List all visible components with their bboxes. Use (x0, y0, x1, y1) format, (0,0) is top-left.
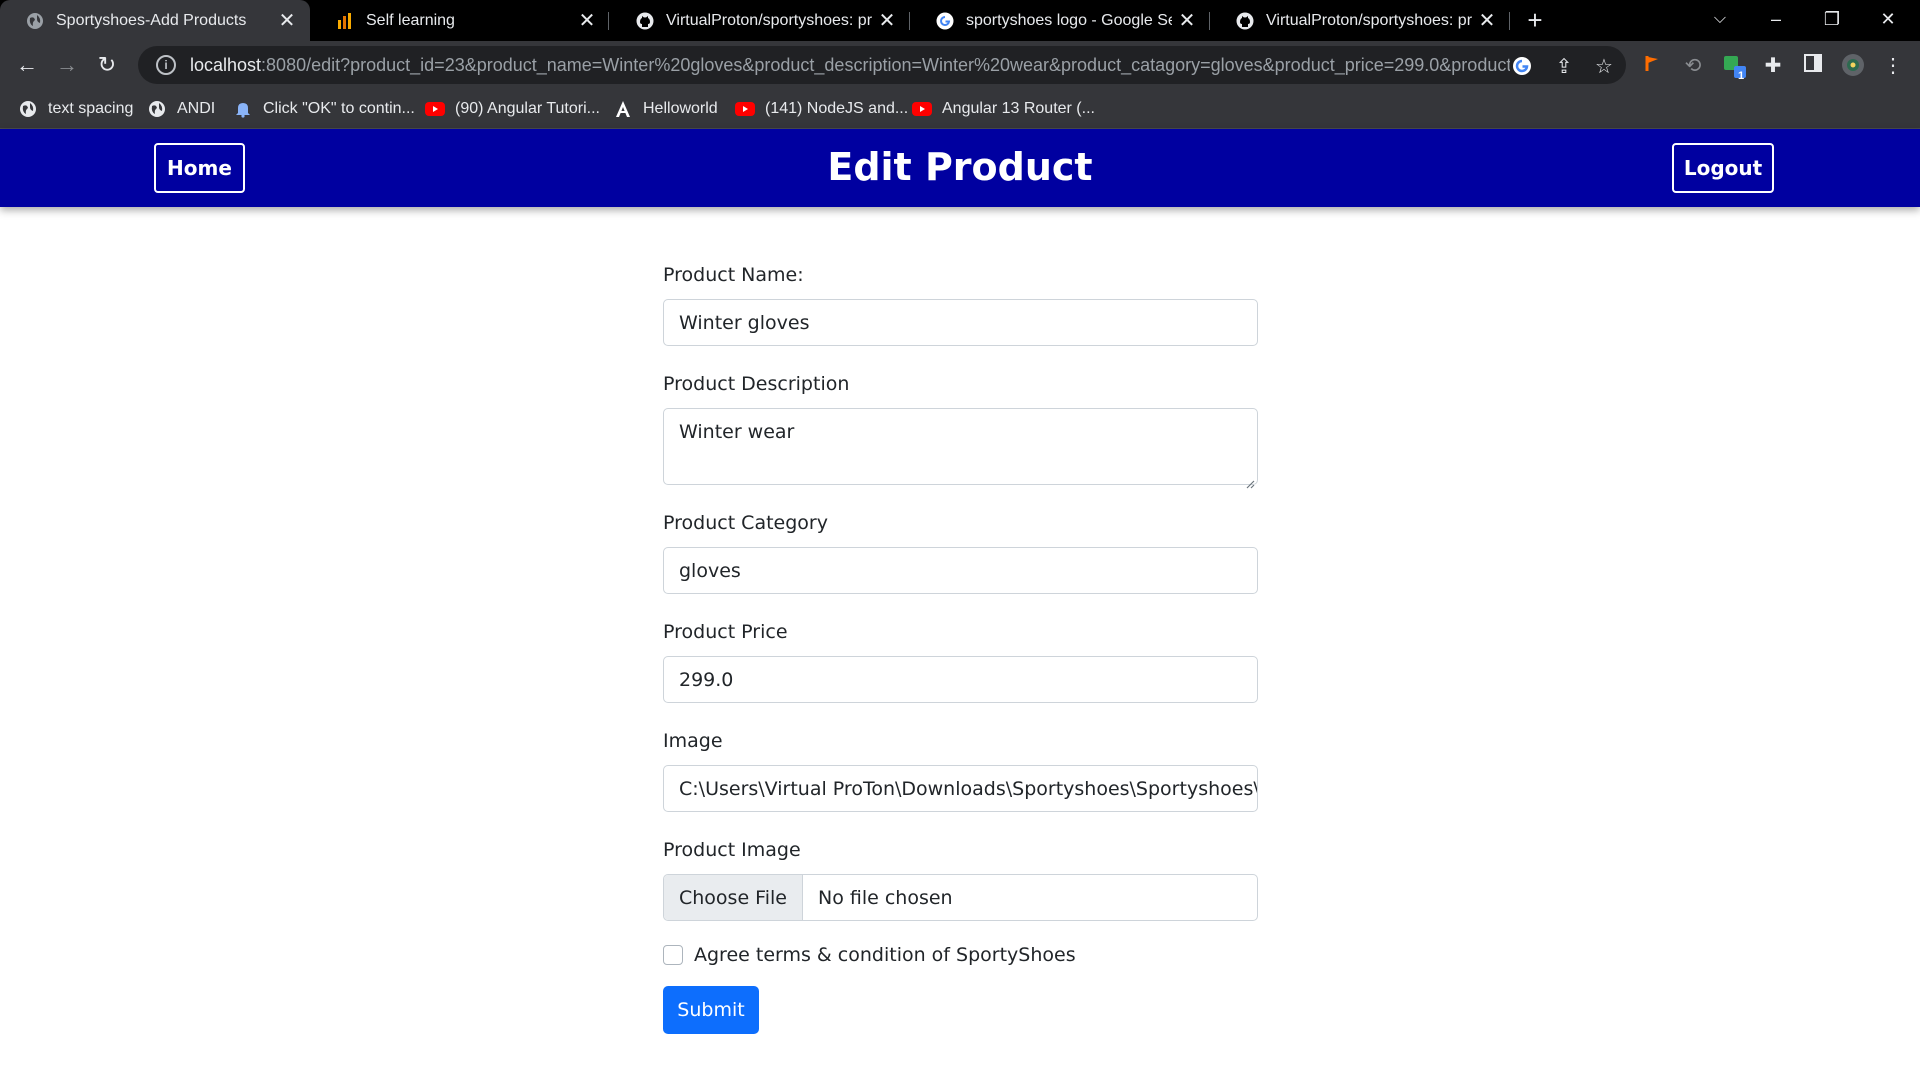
edit-product-form: Product Name: Winter gloves Product Desc… (663, 249, 1258, 1034)
bell-icon (233, 99, 253, 119)
extension-sync-icon[interactable]: ⟲ (1680, 53, 1706, 79)
product-name-input[interactable]: Winter gloves (663, 299, 1258, 346)
browser-menu-icon[interactable]: ⋮ (1880, 53, 1906, 79)
image-path-input[interactable]: C:\Users\Virtual ProTon\Downloads\Sporty… (663, 765, 1258, 812)
tab-github-sportyshoes-2[interactable]: VirtualProton/sportyshoes: proto ✕ (1210, 0, 1510, 41)
tab-separator (608, 12, 609, 30)
github-icon (636, 12, 654, 30)
product-description-textarea[interactable]: Winter wear (663, 408, 1258, 489)
tab-title: VirtualProton/sportyshoes: proto (666, 11, 872, 29)
side-panel-icon[interactable] (1800, 53, 1826, 79)
globe-icon (26, 12, 44, 30)
tab-title: Sportyshoes-Add Products (56, 11, 247, 29)
url-text: localhost:8080/edit?product_id=23&produc… (190, 54, 1510, 75)
product-description-text: Winter wear (679, 421, 795, 443)
close-tab-icon[interactable]: ✕ (1178, 8, 1196, 33)
site-info-icon[interactable]: i (156, 55, 176, 75)
reload-icon[interactable]: ↻ (92, 50, 122, 80)
browser-toolbar: ← → ↻ i localhost:8080/edit?product_id=2… (0, 41, 1920, 89)
forward-arrow-icon[interactable]: → (52, 50, 82, 80)
youtube-icon (425, 99, 445, 119)
terms-label[interactable]: Agree terms & condition of SportyShoes (694, 944, 1076, 966)
bookmarks-bar: text spacing ANDI Click "OK" to contin..… (0, 89, 1920, 129)
page-content: Home Edit Product Logout Product Name: W… (0, 129, 1920, 1080)
address-bar[interactable]: i localhost:8080/edit?product_id=23&prod… (138, 46, 1626, 84)
tab-title: sportyshoes logo - Google Search (966, 11, 1172, 29)
submit-button[interactable]: Submit (663, 986, 759, 1034)
bookmark-angular-tutorial[interactable]: (90) Angular Tutori... (425, 97, 600, 121)
github-icon (1236, 12, 1254, 30)
tab-separator (1509, 12, 1510, 30)
product-category-input[interactable]: gloves (663, 547, 1258, 594)
bookmark-text-spacing[interactable]: text spacing (18, 97, 133, 121)
terms-row: Agree terms & condition of SportyShoes (663, 944, 1258, 966)
close-tab-icon[interactable]: ✕ (578, 8, 596, 33)
tab-title: VirtualProton/sportyshoes: proto (1266, 11, 1472, 29)
minimize-icon[interactable]: – (1748, 0, 1804, 41)
bookmark-helloworld[interactable]: Helloworld (613, 97, 718, 121)
tab-title: Self learning (366, 11, 455, 29)
tab-strip: Sportyshoes-Add Products ✕ Self learning… (0, 0, 1920, 41)
site-header: Home Edit Product Logout (0, 129, 1920, 207)
bookmark-click-ok[interactable]: Click "OK" to contin... (233, 97, 415, 121)
bookmark-nodejs[interactable]: (141) NodeJS and... (735, 97, 908, 121)
product-price-input[interactable]: 299.0 (663, 656, 1258, 703)
tab-github-sportyshoes-1[interactable]: VirtualProton/sportyshoes: proto ✕ (610, 0, 910, 41)
restore-icon[interactable]: ❐ (1804, 0, 1860, 41)
bookmark-angular-router[interactable]: Angular 13 Router (... (912, 97, 1095, 121)
bookmark-star-icon[interactable]: ☆ (1592, 55, 1616, 79)
product-image-file-input[interactable]: Choose File No file chosen (663, 874, 1258, 921)
close-tab-icon[interactable]: ✕ (1478, 8, 1496, 33)
google-lens-icon[interactable] (1510, 55, 1534, 79)
analytics-icon (336, 12, 354, 30)
youtube-icon (735, 99, 755, 119)
file-name-text: No file chosen (817, 886, 953, 909)
resize-grip-icon[interactable] (1245, 472, 1255, 489)
globe-icon (147, 99, 167, 119)
close-tab-icon[interactable]: ✕ (278, 8, 296, 33)
close-window-icon[interactable]: ✕ (1860, 0, 1916, 41)
logout-button[interactable]: Logout (1672, 143, 1774, 193)
terms-checkbox[interactable] (663, 945, 683, 965)
image-label: Image (663, 730, 723, 752)
google-icon (936, 12, 954, 30)
extension-badge-count: 1 (1738, 70, 1745, 82)
extension-badge-icon[interactable]: 1 (1722, 53, 1748, 82)
profile-avatar-icon[interactable] (1840, 53, 1866, 79)
product-category-label: Product Category (663, 512, 828, 534)
bookmark-andi[interactable]: ANDI (147, 97, 215, 121)
youtube-icon (912, 99, 932, 119)
product-name-label: Product Name: (663, 264, 804, 286)
page-title: Edit Product (827, 145, 1093, 189)
tab-sportyshoes-add-products[interactable]: Sportyshoes-Add Products ✕ (0, 0, 310, 41)
new-tab-plus-icon[interactable]: + (1520, 6, 1550, 36)
back-arrow-icon[interactable]: ← (12, 50, 42, 80)
tab-self-learning[interactable]: Self learning ✕ (310, 0, 610, 41)
share-icon[interactable]: ⇪ (1552, 55, 1576, 79)
tab-search-chevron-icon[interactable]: ⌵ (1692, 0, 1748, 41)
choose-file-button[interactable]: Choose File (664, 875, 803, 920)
extension-flag-icon[interactable] (1640, 53, 1666, 79)
tab-google-search[interactable]: sportyshoes logo - Google Search ✕ (910, 0, 1210, 41)
extensions-puzzle-icon[interactable]: ✚ (1760, 53, 1786, 79)
angular-icon (613, 99, 633, 119)
product-description-label: Product Description (663, 373, 850, 395)
globe-icon (18, 99, 38, 119)
product-image-label: Product Image (663, 839, 801, 861)
close-tab-icon[interactable]: ✕ (878, 8, 896, 33)
product-price-label: Product Price (663, 621, 788, 643)
